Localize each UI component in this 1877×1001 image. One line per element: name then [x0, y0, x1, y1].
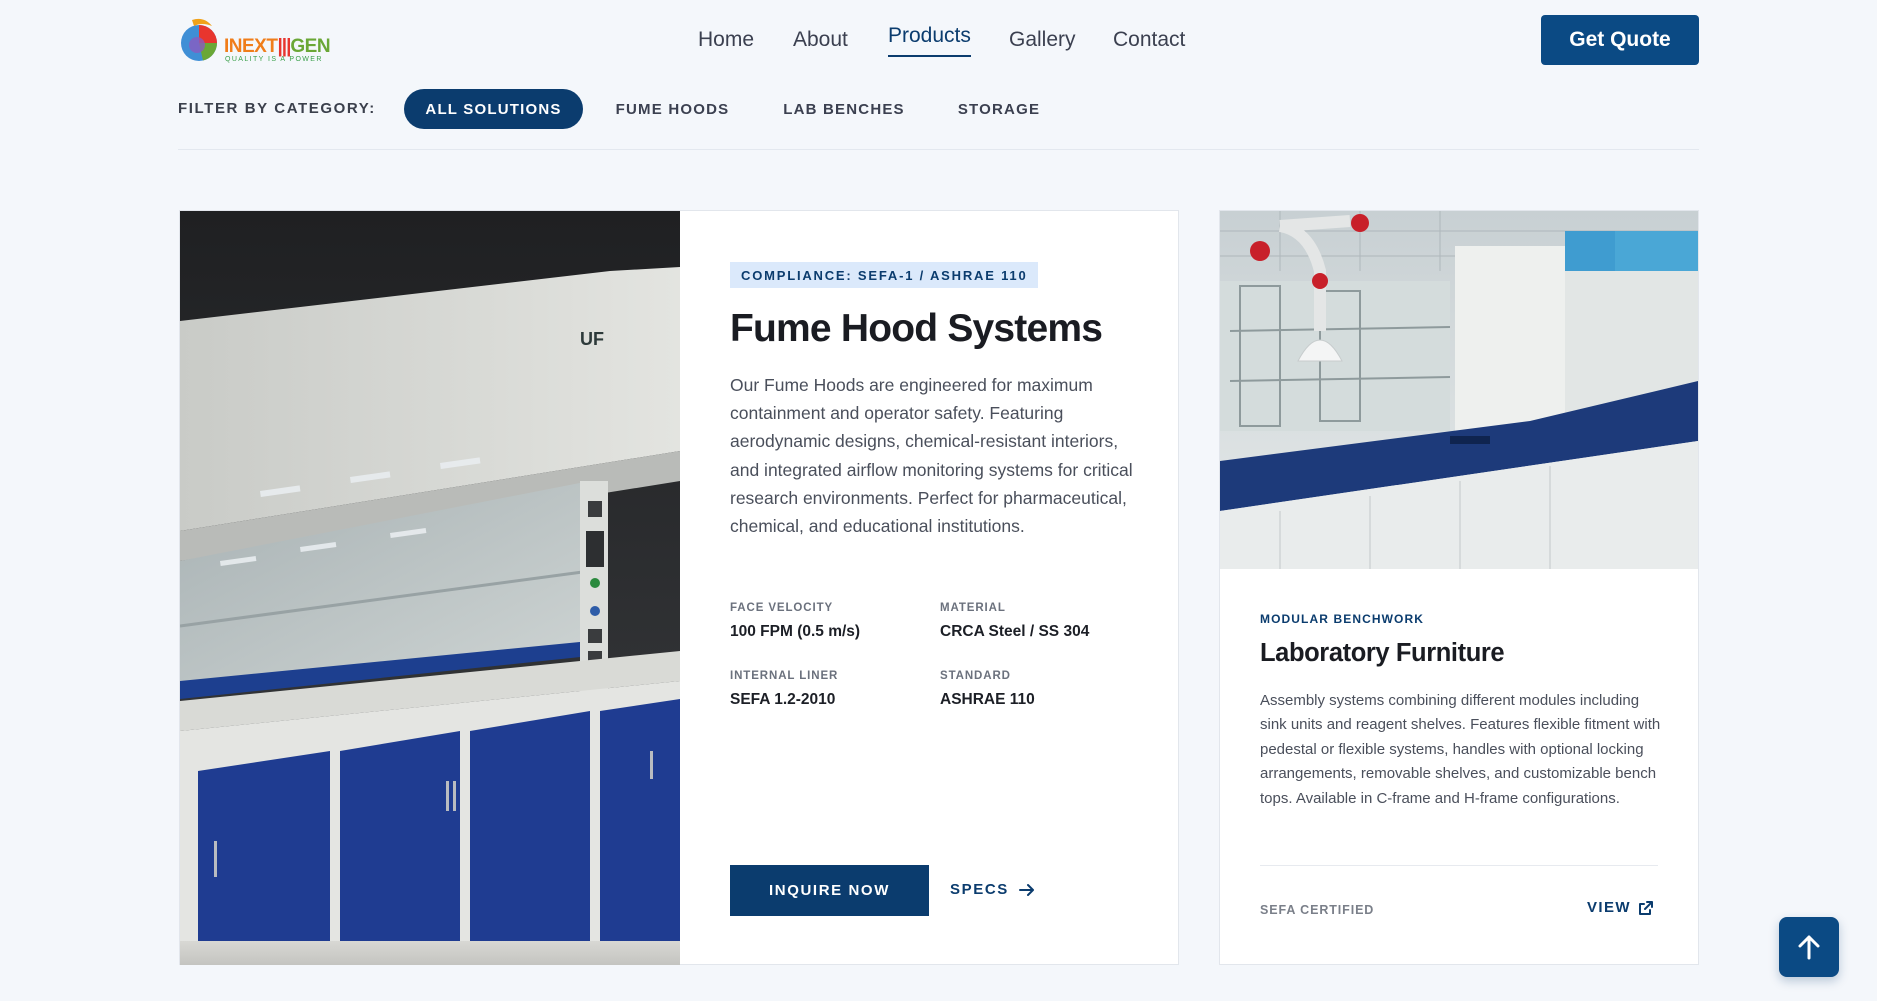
filter-chip-lab-benches[interactable]: LAB BENCHES — [774, 89, 914, 129]
back-to-top-button[interactable] — [1779, 917, 1839, 977]
nav-gallery[interactable]: Gallery — [1009, 28, 1076, 52]
filter-chip-all-solutions[interactable]: ALL SOLUTIONS — [404, 89, 583, 129]
nav-home[interactable]: Home — [698, 28, 754, 52]
products-page: INEXT|||GEN QUALITY IS A POWER Home Abou… — [0, 0, 1877, 1001]
external-link-icon — [1638, 900, 1653, 915]
spec-label: FACE VELOCITY — [730, 602, 834, 614]
svg-text:UF: UF — [580, 329, 604, 349]
filter-chip-storage[interactable]: STORAGE — [950, 89, 1048, 129]
get-quote-button[interactable]: Get Quote — [1541, 15, 1699, 65]
fume-hood-image: UF — [180, 211, 680, 965]
arrow-up-icon — [1798, 935, 1820, 960]
view-link-label: VIEW — [1587, 899, 1631, 916]
compliance-badge: COMPLIANCE: SEFA-1 / ASHRAE 110 — [730, 262, 1039, 288]
spec-value: CRCA Steel / SS 304 — [940, 623, 1090, 640]
spec-standard: STANDARD ASHRAE 110 — [940, 670, 1035, 709]
specs-link-label: SPECS — [950, 881, 1009, 898]
fume-hood-card: UF COMPLIANCE: SEFA-1 / ASHRAE 110 Fume … — [179, 210, 1179, 965]
view-link[interactable]: VIEW — [1587, 899, 1654, 916]
lab-furniture-kicker: MODULAR BENCHWORK — [1260, 612, 1425, 626]
arrow-right-icon — [1018, 883, 1034, 896]
fume-hood-content: COMPLIANCE: SEFA-1 / ASHRAE 110 Fume Hoo… — [730, 211, 1150, 965]
spec-value: ASHRAE 110 — [940, 691, 1035, 708]
lab-furniture-card: MODULAR BENCHWORK Laboratory Furniture A… — [1219, 210, 1699, 965]
spec-label: INTERNAL LINER — [730, 670, 839, 682]
nav-about[interactable]: About — [793, 28, 848, 52]
spec-material: MATERIAL CRCA Steel / SS 304 — [940, 602, 1089, 641]
filter-divider — [178, 149, 1699, 150]
spec-label: MATERIAL — [940, 602, 1006, 614]
nav-contact[interactable]: Contact — [1113, 28, 1185, 52]
spec-label: STANDARD — [940, 670, 1011, 682]
inquire-now-button[interactable]: INQUIRE NOW — [730, 865, 929, 916]
lab-furniture-description: Assembly systems combining different mod… — [1260, 692, 1661, 807]
filter-chip-fume-hoods[interactable]: FUME HOODS — [604, 89, 741, 129]
fume-hood-title: Fume Hood Systems — [730, 307, 1103, 350]
nav-products[interactable]: Products — [888, 24, 971, 57]
specs-link[interactable]: SPECS — [950, 881, 1035, 898]
spec-internal-liner: INTERNAL LINER SEFA 1.2-2010 — [730, 670, 838, 709]
spec-value: SEFA 1.2-2010 — [730, 691, 836, 708]
spec-value: 100 FPM (0.5 m/s) — [730, 623, 861, 640]
lab-furniture-title: Laboratory Furniture — [1260, 639, 1505, 667]
lab-furniture-divider — [1260, 865, 1658, 866]
fume-hood-description: Our Fume Hoods are engineered for maximu… — [730, 375, 1133, 537]
spec-face-velocity: FACE VELOCITY 100 FPM (0.5 m/s) — [730, 602, 860, 641]
filter-label: FILTER BY CATEGORY: — [178, 100, 376, 117]
sefa-certified-badge: SEFA CERTIFIED — [1260, 903, 1375, 917]
lab-furniture-image — [1220, 211, 1698, 569]
